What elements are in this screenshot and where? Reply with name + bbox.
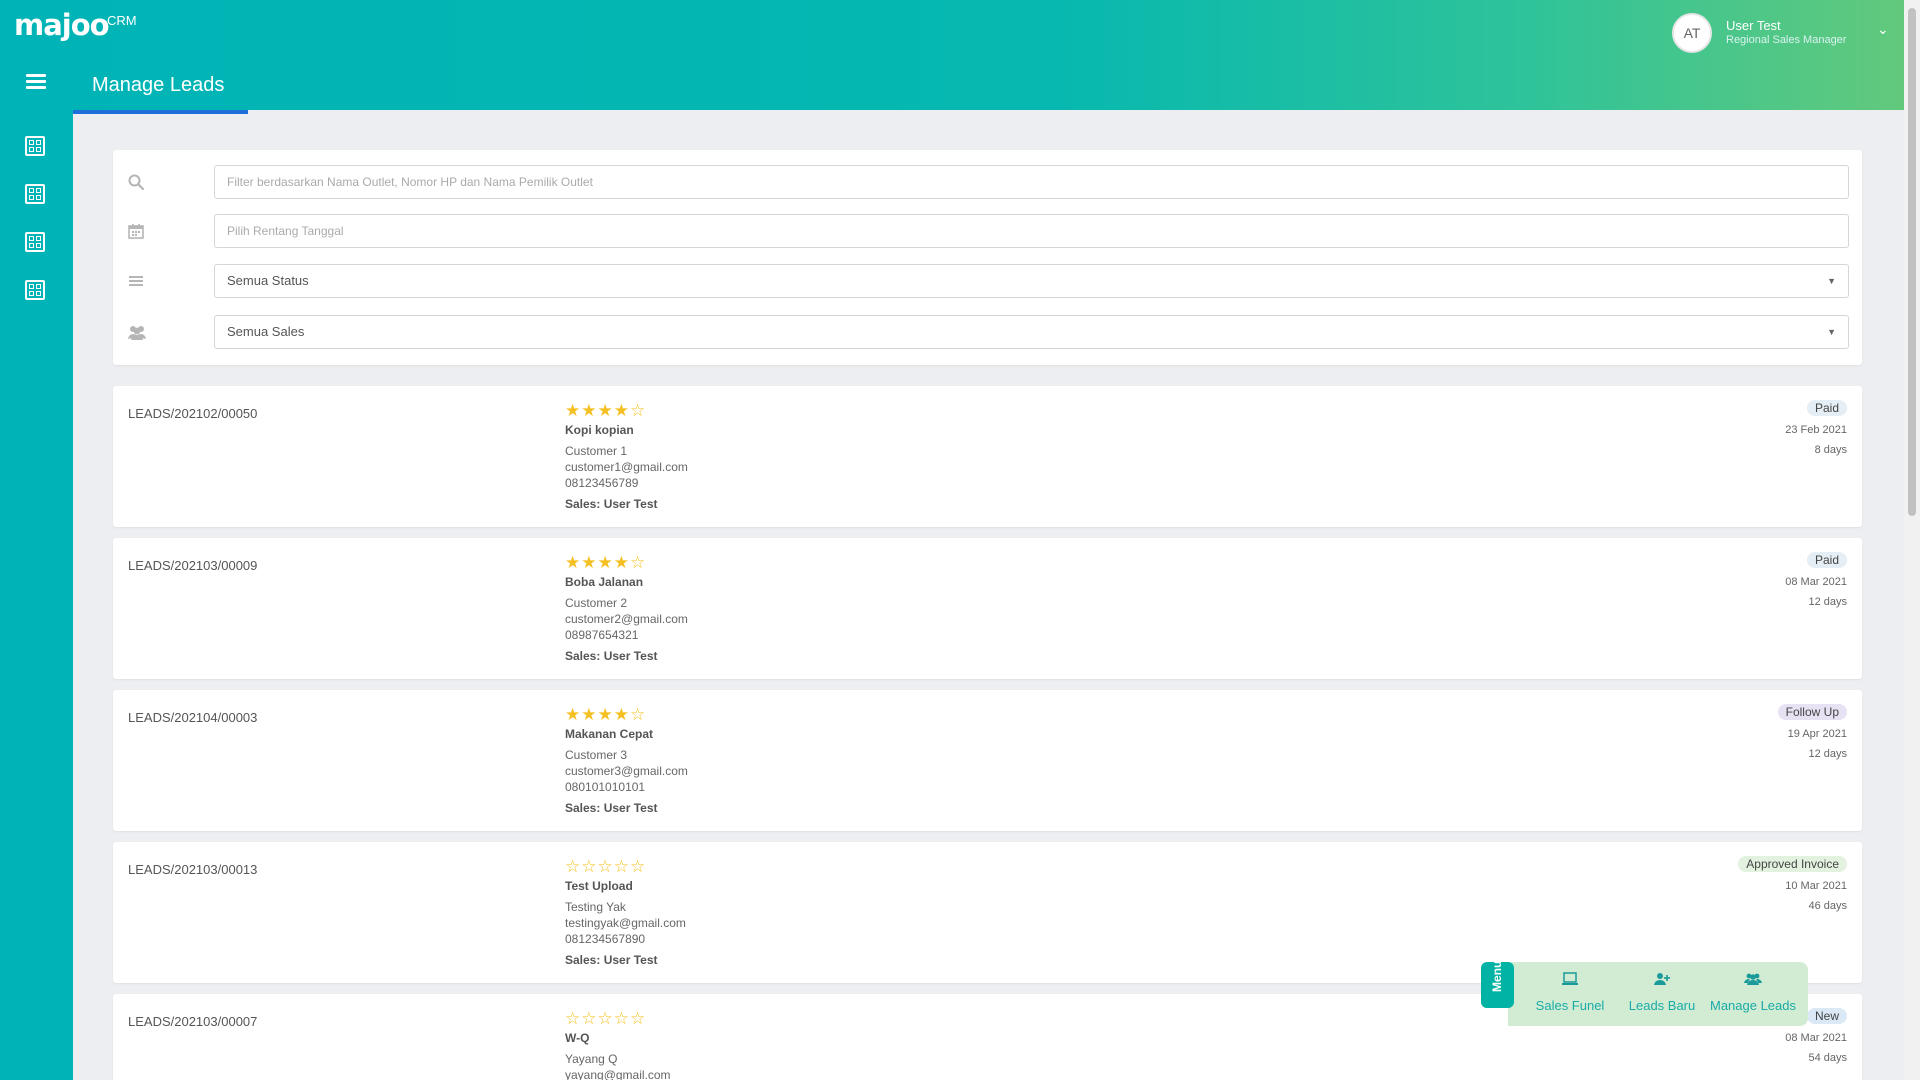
date-range-input[interactable] xyxy=(214,214,1849,248)
lead-date: 23 Feb 2021 xyxy=(1785,424,1847,436)
customer-phone: 08123456789 xyxy=(565,476,639,490)
hamburger-menu-icon[interactable] xyxy=(26,74,46,90)
star-rating: ☆☆☆☆☆ xyxy=(565,1009,647,1028)
user-plus-icon xyxy=(1620,972,1704,988)
lead-age: 8 days xyxy=(1814,444,1847,456)
status-badge: Approved Invoice xyxy=(1738,856,1847,872)
laptop-icon xyxy=(1528,972,1612,988)
users-icon xyxy=(1704,972,1802,988)
user-name: User Test xyxy=(1726,18,1781,33)
quick-menu-label: Sales Funel xyxy=(1535,998,1605,1013)
customer-name: Testing Yak xyxy=(565,900,626,914)
chevron-down-icon[interactable]: ⌄ xyxy=(1877,21,1889,38)
calendar-icon xyxy=(127,222,145,240)
sidebar xyxy=(0,110,73,1080)
lead-id: LEADS/202104/00003 xyxy=(128,710,258,725)
quick-menu-toggle[interactable]: Menu xyxy=(1481,961,1514,1008)
lead-age: 12 days xyxy=(1808,596,1847,608)
lead-date: 10 Mar 2021 xyxy=(1785,880,1847,892)
date-row xyxy=(113,214,1862,248)
quick-menu-sales-funel[interactable]: Sales Funel xyxy=(1528,962,1612,1026)
status-select-value: Semua Status xyxy=(227,273,309,288)
lead-id: LEADS/202103/00009 xyxy=(128,558,258,573)
status-row: Semua Status ▼ xyxy=(113,264,1862,298)
users-icon xyxy=(127,323,146,341)
customer-email: testingyak@gmail.com xyxy=(565,916,686,930)
lead-age: 54 days xyxy=(1808,1052,1847,1064)
quick-menu-manage-leads[interactable]: Manage Leads xyxy=(1704,962,1802,1026)
logo-crm-label: CRM xyxy=(107,13,137,28)
outlet-name: W-Q xyxy=(565,1031,590,1045)
status-badge: New xyxy=(1806,1008,1847,1024)
majoo-logo[interactable]: majoo xyxy=(14,8,110,42)
dashboard-grid-icon[interactable] xyxy=(25,136,45,156)
customer-email: customer1@gmail.com xyxy=(565,460,688,474)
sales-select[interactable]: Semua Sales ▼ xyxy=(214,315,1849,349)
customer-email: customer3@gmail.com xyxy=(565,764,688,778)
star-rating: ★★★★☆ xyxy=(565,553,647,572)
dashboard-grid-icon[interactable] xyxy=(25,280,45,300)
sales-row: Semua Sales ▼ xyxy=(113,315,1862,349)
status-badge: Follow Up xyxy=(1777,704,1847,720)
search-input[interactable] xyxy=(214,165,1849,199)
sales-owner: Sales: User Test xyxy=(565,649,658,663)
tab-manage-leads[interactable]: Manage Leads xyxy=(73,70,248,114)
top-header: majoo CRM AT User Test Regional Sales Ma… xyxy=(0,0,1904,114)
lead-id: LEADS/202103/00007 xyxy=(128,1014,258,1029)
outlet-name: Kopi kopian xyxy=(565,423,634,437)
list-icon xyxy=(127,272,145,290)
lead-date: 19 Apr 2021 xyxy=(1787,728,1847,740)
customer-name: Customer 1 xyxy=(565,444,628,458)
customer-phone: 081234567890 xyxy=(565,932,646,946)
dashboard-grid-icon[interactable] xyxy=(25,184,45,204)
quick-menu-panel: Sales Funel Leads Baru Manage Leads xyxy=(1508,962,1808,1026)
lead-card[interactable]: LEADS/202103/00009 ★★★★☆ Boba Jalanan Cu… xyxy=(113,538,1862,679)
search-icon xyxy=(127,173,145,191)
lead-card[interactable]: LEADS/202104/00003 ★★★★☆ Makanan Cepat C… xyxy=(113,690,1862,831)
customer-phone: 08987654321 xyxy=(565,628,639,642)
caret-down-icon: ▼ xyxy=(1827,327,1836,337)
customer-name: Customer 2 xyxy=(565,596,628,610)
customer-email: customer2@gmail.com xyxy=(565,612,688,626)
outlet-name: Makanan Cepat xyxy=(565,727,654,741)
page-scrollbar[interactable] xyxy=(1904,0,1920,1080)
lead-age: 46 days xyxy=(1808,900,1847,912)
filter-panel: Semua Status ▼ Semua Sales ▼ xyxy=(113,150,1862,365)
status-badge: Paid xyxy=(1806,400,1847,416)
user-menu[interactable]: AT User Test Regional Sales Manager ⌄ xyxy=(1672,13,1892,53)
outlet-name: Boba Jalanan xyxy=(565,575,644,589)
scrollbar-thumb[interactable] xyxy=(1908,8,1916,516)
caret-down-icon: ▼ xyxy=(1827,276,1836,286)
sales-owner: Sales: User Test xyxy=(565,801,658,815)
dashboard-grid-icon[interactable] xyxy=(25,232,45,252)
sales-owner: Sales: User Test xyxy=(565,497,658,511)
customer-name: Yayang Q xyxy=(565,1052,618,1066)
lead-date: 08 Mar 2021 xyxy=(1785,576,1847,588)
customer-email: yayang@gmail.com xyxy=(565,1068,671,1080)
star-rating: ☆☆☆☆☆ xyxy=(565,857,647,876)
lead-age: 12 days xyxy=(1808,748,1847,760)
lead-id: LEADS/202102/00050 xyxy=(128,406,258,421)
status-select[interactable]: Semua Status ▼ xyxy=(214,264,1849,298)
lead-card[interactable]: LEADS/202102/00050 ★★★★☆ Kopi kopian Cus… xyxy=(113,386,1862,527)
quick-menu-label: Manage Leads xyxy=(1709,998,1796,1013)
sales-select-value: Semua Sales xyxy=(227,324,305,339)
customer-name: Customer 3 xyxy=(565,748,628,762)
status-badge: Paid xyxy=(1806,552,1847,568)
quick-menu-label: Leads Baru xyxy=(1628,998,1696,1013)
avatar[interactable]: AT xyxy=(1672,13,1712,53)
quick-menu-leads-baru[interactable]: Leads Baru xyxy=(1620,962,1704,1026)
sales-owner: Sales: User Test xyxy=(565,953,658,967)
star-rating: ★★★★☆ xyxy=(565,705,647,724)
quick-menu-tab-label: Menu xyxy=(1490,960,1504,992)
search-row xyxy=(113,165,1862,199)
outlet-name: Test Upload xyxy=(565,879,633,893)
customer-phone: 080101010101 xyxy=(565,780,646,794)
star-rating: ★★★★☆ xyxy=(565,401,647,420)
user-role: Regional Sales Manager xyxy=(1726,34,1847,46)
lead-date: 08 Mar 2021 xyxy=(1785,1032,1847,1044)
lead-id: LEADS/202103/00013 xyxy=(128,862,258,877)
